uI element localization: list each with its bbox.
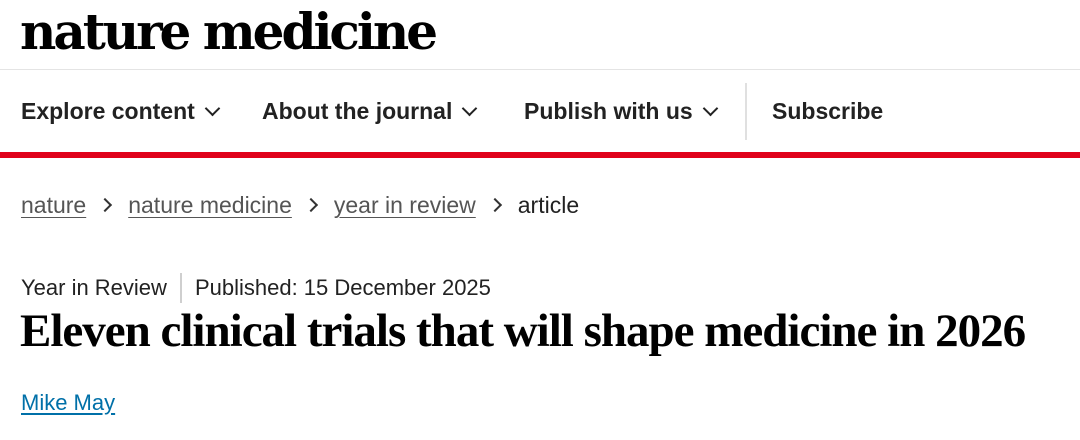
nav-item-label: About the journal xyxy=(262,98,453,124)
breadcrumb-current: article xyxy=(517,191,580,218)
article-meta: Year in Review Published: 15 December 20… xyxy=(21,272,491,304)
site-header: nature medicine xyxy=(0,0,1080,70)
breadcrumb-link-year-in-review[interactable]: year in review xyxy=(334,192,476,219)
nav-explore-content[interactable]: Explore content xyxy=(21,71,221,152)
nav-item-label: Subscribe xyxy=(772,98,884,124)
journal-logo[interactable]: nature medicine xyxy=(20,2,438,62)
nav-publish-with-us[interactable]: Publish with us xyxy=(524,71,718,152)
meta-divider xyxy=(179,273,182,303)
chevron-right-icon xyxy=(303,197,318,213)
author-link[interactable]: Mike May xyxy=(21,390,115,416)
nav-item-label: Explore content xyxy=(21,98,195,124)
published-date: Published: 15 December 2025 xyxy=(194,275,491,300)
chevron-down-icon xyxy=(204,100,221,116)
nav-divider xyxy=(745,83,747,140)
breadcrumb: nature nature medicine year in review ar… xyxy=(21,188,579,222)
chevron-down-icon xyxy=(462,100,478,116)
breadcrumb-link-nature-medicine[interactable]: nature medicine xyxy=(128,192,292,219)
nav-subscribe[interactable]: Subscribe xyxy=(772,71,883,152)
article-type: Year in Review xyxy=(21,275,167,300)
nav-about-journal[interactable]: About the journal xyxy=(262,71,478,152)
accent-bar xyxy=(0,152,1080,158)
chevron-right-icon xyxy=(98,197,113,213)
chevron-down-icon xyxy=(702,100,718,116)
main-navigation: Explore content About the journal Publis… xyxy=(0,71,1080,152)
chevron-right-icon xyxy=(487,197,502,213)
nav-item-label: Publish with us xyxy=(524,98,693,124)
article-title: Eleven clinical trials that will shape m… xyxy=(20,305,1026,357)
breadcrumb-link-nature[interactable]: nature xyxy=(21,192,86,219)
